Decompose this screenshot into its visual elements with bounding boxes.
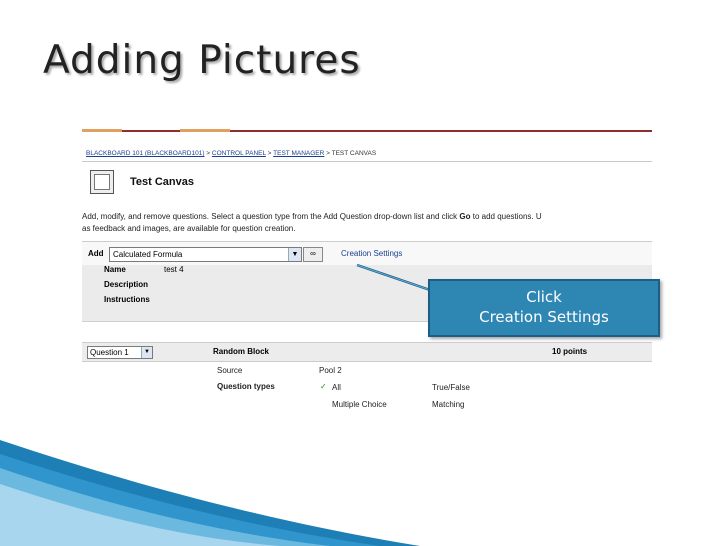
callout-box: Click Creation Settings [428,279,660,337]
decorative-wave [0,440,420,546]
callout-line-2: Creation Settings [479,308,609,326]
callout-line-1: Click [526,288,562,306]
